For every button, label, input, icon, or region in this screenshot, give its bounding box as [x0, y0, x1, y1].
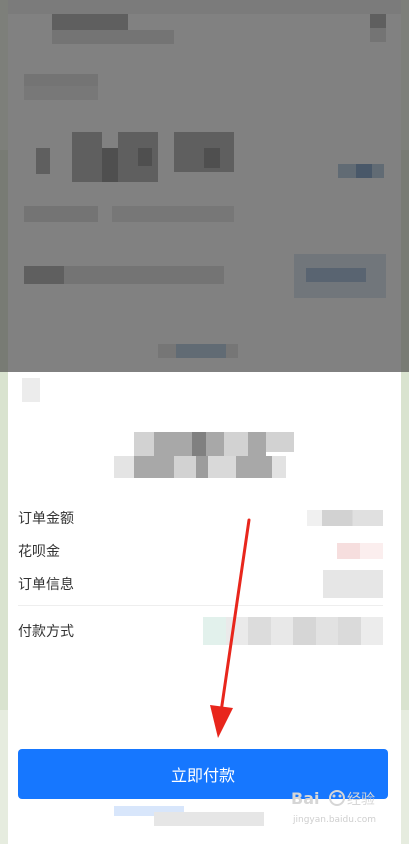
payment-method-label: 付款方式: [18, 624, 74, 640]
order-info-label: 订单信息: [18, 577, 74, 593]
payment-amount: [114, 432, 294, 480]
huabei-gold-row: 花呗金: [18, 537, 383, 565]
payment-method-row[interactable]: 付款方式: [18, 616, 383, 646]
payment-method-value: [203, 617, 383, 645]
huabei-gold-label: 花呗金: [18, 544, 60, 560]
order-amount-value: [307, 510, 383, 526]
divider: [18, 605, 383, 606]
close-icon[interactable]: [22, 378, 40, 402]
modal-overlay[interactable]: [0, 0, 409, 372]
watermark-logo: Bai 经验 jingyan.baidu.com: [291, 784, 383, 832]
svg-text:jingyan.baidu.com: jingyan.baidu.com: [292, 815, 376, 825]
svg-text:Bai: Bai: [291, 789, 319, 808]
order-amount-row: 订单金额: [18, 504, 383, 532]
order-info-value: [323, 570, 383, 598]
huabei-gold-value: [337, 543, 383, 559]
order-info-row[interactable]: 订单信息: [18, 570, 383, 598]
payment-sheet: 订单金额 花呗金 订单信息 付款方式 立即付款: [8, 372, 401, 844]
footer-text: [114, 806, 264, 826]
order-amount-label: 订单金额: [18, 511, 74, 527]
svg-text:经验: 经验: [347, 792, 375, 808]
